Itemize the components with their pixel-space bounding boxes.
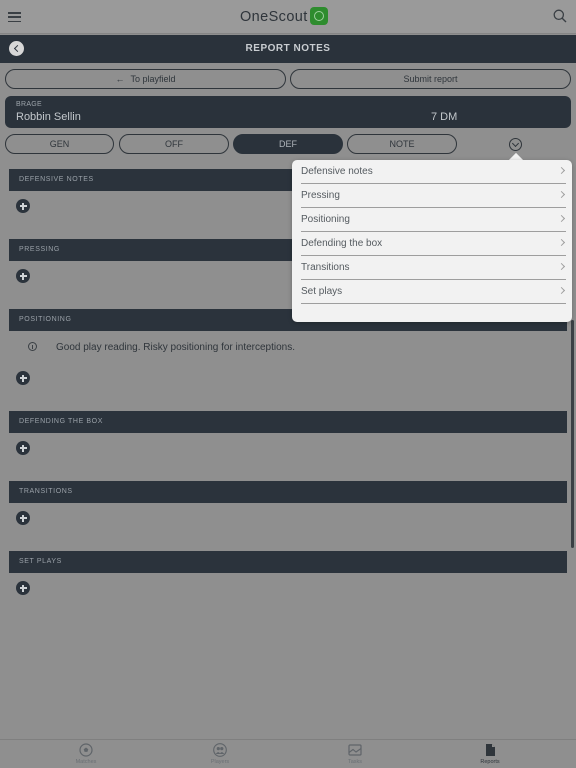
nav-label: Players	[210, 759, 230, 765]
dropdown-item-label: Defending the box	[301, 238, 383, 249]
page-title: REPORT NOTES	[245, 43, 331, 54]
players-icon	[213, 743, 227, 757]
section-title: SET PLAYS	[19, 558, 62, 565]
section-header-set-plays: SET PLAYS	[9, 551, 567, 573]
dropdown-item-label: Defensive notes	[301, 166, 373, 177]
add-note-icon[interactable]	[16, 269, 30, 283]
bottom-navigation: Matches Players Tasks Reports	[0, 739, 576, 768]
add-note-icon[interactable]	[16, 581, 30, 595]
section-jump-dropdown: Defensive notes Pressing Positioning Def…	[292, 160, 572, 322]
report-document-icon	[486, 744, 495, 756]
chevron-right-icon	[557, 166, 566, 175]
dropdown-item-positioning[interactable]: Positioning	[301, 208, 566, 232]
player-name: Robbin Sellin	[16, 111, 81, 123]
nav-reports[interactable]: Reports	[450, 740, 530, 768]
to-playfield-label: To playfield	[130, 74, 176, 84]
section-title: POSITIONING	[19, 316, 72, 323]
dropdown-item-label: Positioning	[301, 214, 350, 225]
chevron-right-icon	[557, 262, 566, 271]
player-card: BRAGE Robbin Sellin 7 DM	[5, 96, 571, 128]
tab-off[interactable]: OFF	[119, 134, 229, 154]
dropdown-item-pressing[interactable]: Pressing	[301, 184, 566, 208]
arrow-left-icon: ←	[115, 74, 125, 84]
section-title: DEFENSIVE NOTES	[19, 176, 94, 183]
dropdown-item-defensive-notes[interactable]: Defensive notes	[301, 160, 566, 184]
chevron-down-icon[interactable]	[509, 138, 522, 151]
player-team: BRAGE	[16, 101, 43, 108]
menu-icon[interactable]	[8, 12, 21, 23]
search-icon[interactable]	[553, 9, 567, 23]
tasks-icon	[348, 744, 362, 756]
submit-report-button[interactable]: Submit report	[290, 69, 571, 89]
nav-label: Matches	[75, 759, 97, 765]
tab-note[interactable]: NOTE	[347, 134, 457, 154]
nav-players[interactable]: Players	[180, 740, 260, 768]
nav-tasks[interactable]: Tasks	[315, 740, 395, 768]
chevron-right-icon	[557, 286, 566, 295]
page-header: REPORT NOTES	[0, 35, 576, 63]
chevron-right-icon	[557, 190, 566, 199]
app-bar: OneScout	[0, 0, 576, 34]
section-title: DEFENDING THE BOX	[19, 418, 103, 425]
dropdown-item-label: Set plays	[301, 286, 343, 297]
dropdown-item-label: Pressing	[301, 190, 340, 201]
nav-matches[interactable]: Matches	[46, 740, 126, 768]
dropdown-item-set-plays[interactable]: Set plays	[301, 280, 566, 304]
dropdown-item-defending-the-box[interactable]: Defending the box	[301, 232, 566, 256]
add-note-icon[interactable]	[16, 199, 30, 213]
tab-gen[interactable]: GEN	[5, 134, 114, 154]
onescout-logo-icon	[310, 7, 328, 25]
chevron-right-icon	[557, 238, 566, 247]
app-title: OneScout	[240, 9, 308, 25]
scrollbar[interactable]	[571, 320, 574, 548]
add-note-icon[interactable]	[16, 441, 30, 455]
soccer-ball-icon	[79, 743, 93, 757]
nav-label: Reports	[480, 759, 500, 765]
player-position: 7 DM	[431, 111, 458, 123]
nav-label: Tasks	[347, 759, 363, 765]
section-title: PRESSING	[19, 246, 60, 253]
note-text: Good play reading. Risky positioning for…	[56, 342, 296, 353]
section-header-defending-the-box: DEFENDING THE BOX	[9, 411, 567, 433]
add-note-icon[interactable]	[16, 371, 30, 385]
section-title: TRANSITIONS	[19, 488, 73, 495]
chevron-right-icon	[557, 214, 566, 223]
dropdown-item-transitions[interactable]: Transitions	[301, 256, 566, 280]
info-icon	[28, 342, 37, 351]
add-note-icon[interactable]	[16, 511, 30, 525]
section-header-transitions: TRANSITIONS	[9, 481, 567, 503]
dropdown-item-label: Transitions	[301, 262, 350, 273]
tab-def[interactable]: DEF	[233, 134, 343, 154]
to-playfield-button[interactable]: ← To playfield	[5, 69, 286, 89]
